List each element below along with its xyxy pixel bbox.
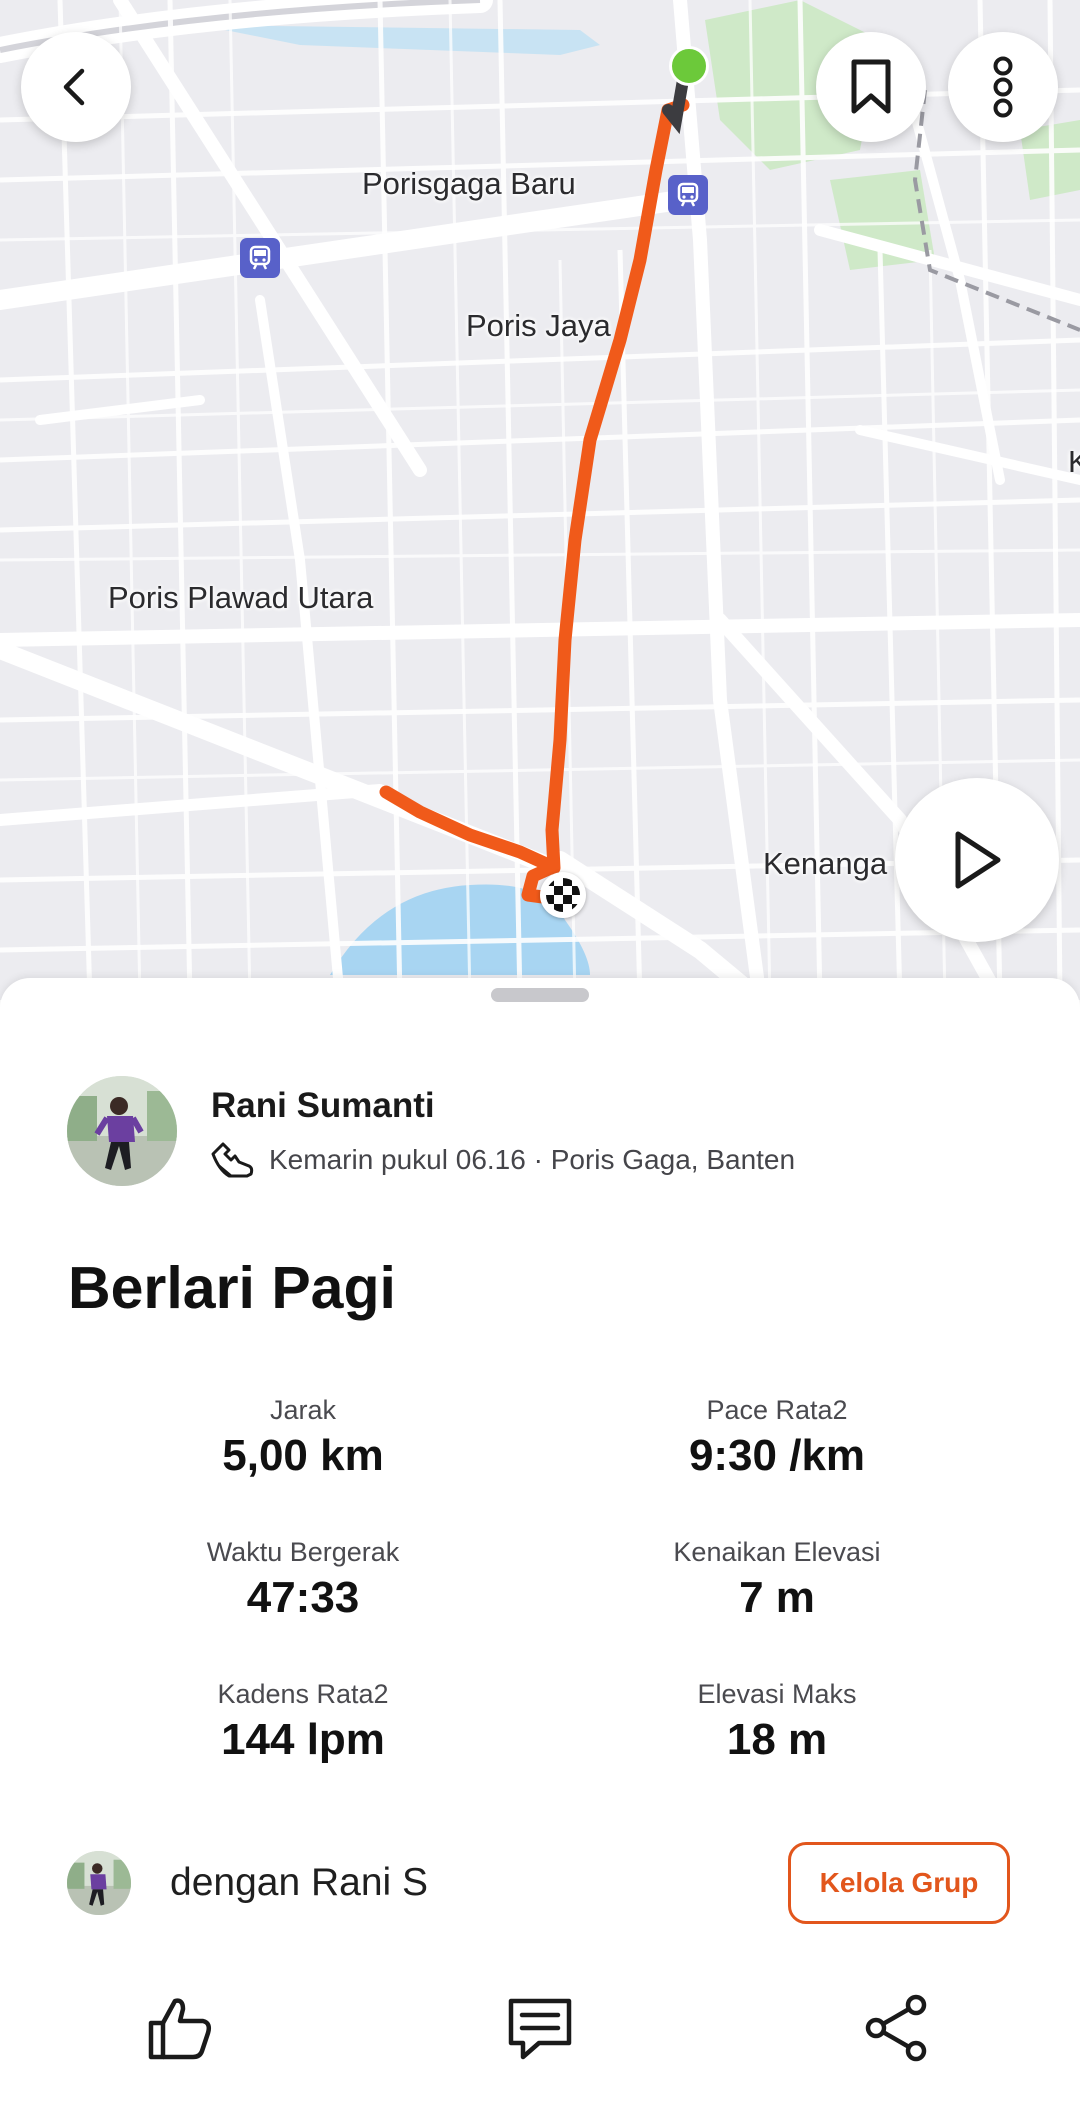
manage-group-button[interactable]: Kelola Grup	[788, 1842, 1010, 1924]
stat-distance: Jarak 5,00 km	[93, 1392, 513, 1484]
stat-value: 7 m	[739, 1573, 815, 1622]
stat-label: Kadens Rata2	[217, 1679, 389, 1709]
stat-label: Kenaikan Elevasi	[673, 1537, 881, 1567]
stat-label: Pace Rata2	[706, 1395, 848, 1425]
stat-label: Jarak	[269, 1395, 337, 1425]
sheet-drag-handle[interactable]	[491, 988, 589, 1002]
group-member-avatar[interactable]	[67, 1851, 131, 1915]
play-flyover-button[interactable]	[895, 778, 1059, 942]
route-map[interactable]: Porisgaga Baru Poris Jaya Poris Plawad U…	[0, 0, 1080, 1000]
map-label: Poris Plawad Utara	[108, 580, 374, 615]
stat-value: 144 lpm	[221, 1715, 385, 1764]
activity-detail-sheet: Rani Sumanti Kemarin pukul 06.16 · Poris…	[0, 978, 1080, 2124]
activity-meta: Kemarin pukul 06.16 · Poris Gaga, Banten	[209, 1138, 795, 1182]
river	[200, 25, 600, 55]
bookmark-icon	[851, 59, 891, 114]
like-button[interactable]	[130, 1978, 230, 2078]
stat-value: 9:30 /km	[688, 1431, 866, 1480]
bookmark-button[interactable]	[816, 32, 926, 142]
share-icon	[865, 1994, 927, 2062]
checkered-flag-icon	[546, 878, 580, 912]
comment-button[interactable]	[490, 1978, 590, 2078]
stat-average-pace: Pace Rata2 9:30 /km	[567, 1392, 987, 1484]
stat-value: 5,00 km	[222, 1431, 384, 1480]
map-label: K	[1068, 444, 1080, 479]
running-shoe-icon	[211, 1142, 254, 1178]
activity-title: Berlari Pagi	[68, 1255, 396, 1321]
more-vertical-icon	[993, 56, 1013, 118]
route-start-marker	[669, 46, 709, 86]
activity-screen: Porisgaga Baru Poris Jaya Poris Plawad U…	[0, 0, 1080, 2124]
play-icon	[955, 831, 1001, 889]
stat-label: Elevasi Maks	[697, 1679, 857, 1709]
more-options-button[interactable]	[948, 32, 1058, 142]
stat-value: 18 m	[726, 1715, 828, 1764]
chevron-left-icon	[63, 68, 85, 106]
train-station-icon[interactable]	[668, 175, 708, 215]
stat-elevation-gain: Kenaikan Elevasi 7 m	[567, 1534, 987, 1626]
activity-date-location: Kemarin pukul 06.16 · Poris Gaga, Banten	[269, 1144, 796, 1175]
avatar-photo	[67, 1076, 177, 1186]
stat-max-elevation: Elevasi Maks 18 m	[567, 1676, 987, 1768]
share-button[interactable]	[847, 1978, 947, 2078]
train-station-icon[interactable]	[240, 238, 280, 278]
map-label: Kenanga	[763, 846, 888, 881]
stat-label: Waktu Bergerak	[206, 1537, 400, 1567]
comment-icon	[508, 1998, 572, 2060]
group-members-text[interactable]: dengan Rani S	[170, 1861, 428, 1905]
thumbs-up-icon	[148, 1998, 212, 2060]
athlete-avatar[interactable]	[67, 1076, 177, 1186]
back-button[interactable]	[21, 32, 131, 142]
stat-value: 47:33	[246, 1573, 360, 1622]
avatar-photo	[67, 1851, 131, 1915]
map-label: Poris Jaya	[466, 308, 611, 343]
route-line	[379, 785, 560, 905]
route-finish-marker	[540, 872, 586, 918]
stat-average-cadence: Kadens Rata2 144 lpm	[93, 1676, 513, 1768]
stat-moving-time: Waktu Bergerak 47:33	[93, 1534, 513, 1626]
map-label: Porisgaga Baru	[362, 166, 576, 201]
athlete-name[interactable]: Rani Sumanti	[211, 1086, 435, 1126]
